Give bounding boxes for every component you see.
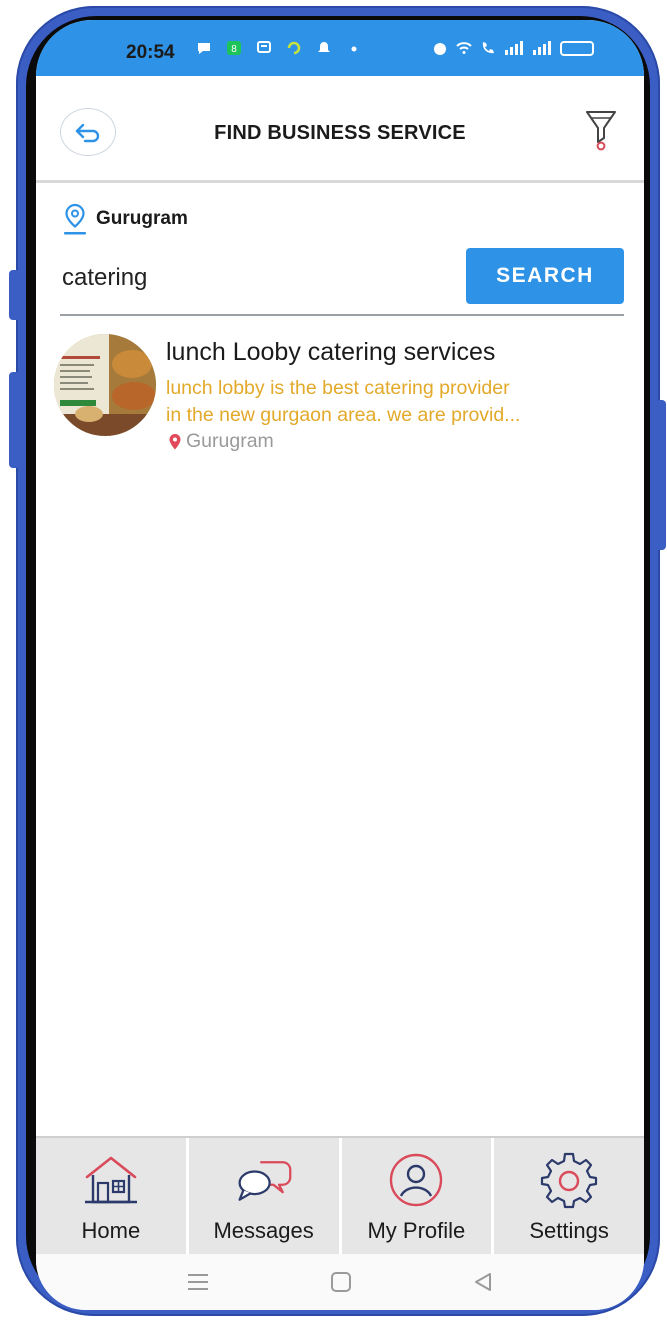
volume-button [9, 270, 21, 320]
message-icon [257, 41, 271, 53]
system-nav-bar [36, 1254, 644, 1310]
wifi-icon [456, 42, 472, 54]
nav-label-home: Home [81, 1218, 141, 1243]
battery-icon [560, 40, 594, 56]
location-label: Gurugram [96, 208, 188, 229]
business-title: lunch Looby catering services [166, 338, 496, 366]
home-square-icon[interactable] [330, 1271, 352, 1293]
system-icons [432, 40, 594, 56]
description-line: in the new gurgaon area. we are provid..… [166, 404, 521, 426]
nav-item-home[interactable]: Home [36, 1138, 189, 1256]
menu-icon[interactable] [186, 1272, 210, 1292]
location-marker-icon [169, 433, 181, 449]
app-notification-icon: 8 [227, 41, 241, 55]
location-selector[interactable]: Gurugram [62, 202, 188, 236]
alarm-icon [434, 43, 446, 55]
status-time: 20:54 [126, 42, 175, 63]
power-button [9, 372, 21, 468]
header-divider [36, 180, 644, 183]
bell-icon [318, 42, 330, 52]
signal-icon [505, 41, 523, 55]
search-button[interactable]: SEARCH [466, 248, 624, 304]
page-title: FIND BUSINESS SERVICE [214, 122, 466, 144]
location-pin-icon [64, 203, 86, 235]
search-underline [60, 314, 624, 316]
business-description: lunch lobby is the best catering provide… [166, 375, 636, 429]
nav-label-messages: Messages [213, 1218, 314, 1243]
business-location-label: Gurugram [186, 430, 274, 452]
bottom-nav: Home Messages My Profile Settings [36, 1136, 644, 1256]
nav-item-my-profile[interactable]: My Profile [342, 1138, 495, 1256]
filter-icon [586, 111, 616, 151]
messages-icon [238, 1161, 291, 1201]
list-item[interactable]: lunch Looby catering services lunch lobb… [54, 332, 634, 462]
nav-label-settings: Settings [529, 1218, 609, 1243]
profile-icon [390, 1153, 443, 1207]
chat-icon [198, 43, 210, 54]
status-bar: 20:54 8 [36, 20, 644, 76]
side-button [656, 400, 666, 550]
app-screen: 20:54 8 FIND BUSINESS SERVICE Gurugram c… [36, 20, 644, 1310]
business-location: Gurugram [168, 430, 274, 453]
search-input[interactable] [62, 256, 452, 300]
signal-icon-2 [533, 41, 551, 55]
description-line: lunch lobby is the best catering provide… [166, 377, 510, 399]
nav-item-settings[interactable]: Settings [494, 1138, 644, 1256]
nav-label-my-profile: My Profile [367, 1218, 466, 1243]
app-header: FIND BUSINESS SERVICE [36, 92, 644, 182]
svg-text:8: 8 [231, 44, 237, 55]
back-triangle-icon[interactable] [472, 1271, 494, 1293]
settings-icon [541, 1152, 598, 1209]
call-icon [482, 42, 494, 54]
business-thumbnail [54, 334, 156, 436]
filter-button[interactable] [584, 108, 618, 152]
notification-icons: 8 [196, 40, 362, 56]
refresh-icon [287, 41, 301, 55]
home-icon [84, 1156, 137, 1204]
dot-icon [351, 46, 357, 52]
nav-item-messages[interactable]: Messages [189, 1138, 342, 1256]
